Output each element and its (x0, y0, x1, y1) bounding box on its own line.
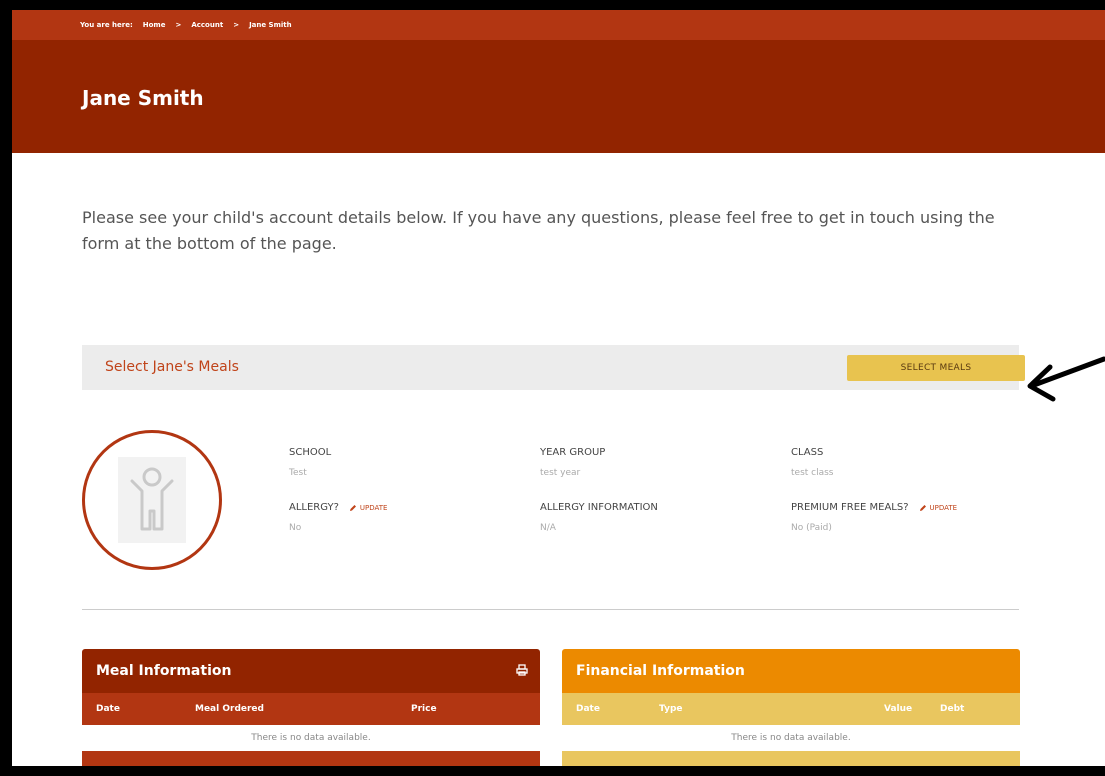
page-header: Jane Smith (12, 40, 1105, 153)
breadcrumb-current: Jane Smith (249, 21, 292, 29)
school-label: SCHOOL (289, 447, 332, 458)
breadcrumb-separator: > (233, 21, 240, 29)
fin-panel-footer (562, 751, 1020, 766)
select-meals-title: Select Jane's Meals (105, 359, 239, 375)
page: You are here: Home > Account > Jane Smit… (12, 10, 1105, 766)
premium-update-label: UPDATE (929, 503, 958, 512)
fin-table-header: Date Type Value Debt (562, 693, 1020, 725)
breadcrumb-home[interactable]: Home (143, 21, 166, 29)
breadcrumb-separator: > (175, 21, 182, 29)
breadcrumb-account[interactable]: Account (191, 21, 223, 29)
pencil-icon (919, 504, 926, 511)
premium-meals-info: PREMIUM FREE MEALS? UPDATE No (Paid) (791, 502, 957, 533)
fin-col-value: Value (884, 704, 913, 714)
meal-empty-message: There is no data available. (82, 725, 540, 751)
allergy-label: ALLERGY? (289, 502, 339, 513)
school-value: Test (289, 468, 307, 478)
meal-panel-title: Meal Information (96, 663, 232, 679)
divider (82, 609, 1019, 610)
page-title: Jane Smith (82, 86, 204, 110)
meal-information-panel: Meal Information Date Meal Ordered Price… (82, 649, 540, 766)
breadcrumb: You are here: Home > Account > Jane Smit… (12, 10, 1105, 40)
class-value: test class (791, 468, 834, 478)
select-meals-bar: Select Jane's Meals SELECT MEALS (82, 345, 1025, 390)
financial-information-panel: Financial Information Date Type Value De… (562, 649, 1020, 766)
meal-col-date: Date (96, 704, 120, 714)
school-info: SCHOOL Test (289, 447, 331, 478)
allergy-information-value: N/A (540, 523, 556, 533)
child-avatar-icon (118, 457, 186, 543)
select-meals-button[interactable]: SELECT MEALS (847, 355, 1025, 381)
child-avatar (82, 430, 222, 570)
year-group-label: YEAR GROUP (540, 447, 606, 458)
fin-empty-message: There is no data available. (562, 725, 1020, 751)
arrow-icon (1027, 356, 1105, 402)
allergy-information-info: ALLERGY INFORMATION N/A (540, 502, 658, 533)
breadcrumb-prefix: You are here: (80, 21, 133, 29)
meal-col-ordered: Meal Ordered (195, 704, 264, 714)
allergy-information-label: ALLERGY INFORMATION (540, 502, 658, 513)
class-info: CLASS test class (791, 447, 834, 478)
fin-panel-header: Financial Information (562, 649, 1020, 693)
print-icon[interactable] (516, 664, 528, 676)
year-group-value: test year (540, 468, 581, 478)
fin-panel-title: Financial Information (576, 663, 745, 679)
premium-meals-label: PREMIUM FREE MEALS? (791, 502, 909, 513)
meal-panel-header: Meal Information (82, 649, 540, 693)
pencil-icon (349, 504, 356, 511)
meal-col-price: Price (411, 704, 437, 714)
fin-col-type: Type (659, 704, 683, 714)
class-label: CLASS (791, 447, 824, 458)
meal-table-header: Date Meal Ordered Price (82, 693, 540, 725)
allergy-update-label: UPDATE (359, 503, 388, 512)
fin-col-debt: Debt (940, 704, 965, 714)
fin-col-date: Date (576, 704, 600, 714)
intro-text: Please see your child's account details … (82, 208, 995, 253)
allergy-update-link[interactable]: UPDATE (349, 503, 388, 512)
premium-update-link[interactable]: UPDATE (919, 503, 958, 512)
allergy-value: No (289, 523, 302, 533)
year-group-info: YEAR GROUP test year (540, 447, 605, 478)
premium-meals-value: No (Paid) (791, 523, 832, 533)
allergy-info: ALLERGY? UPDATE No (289, 502, 387, 533)
meal-panel-footer (82, 751, 540, 766)
